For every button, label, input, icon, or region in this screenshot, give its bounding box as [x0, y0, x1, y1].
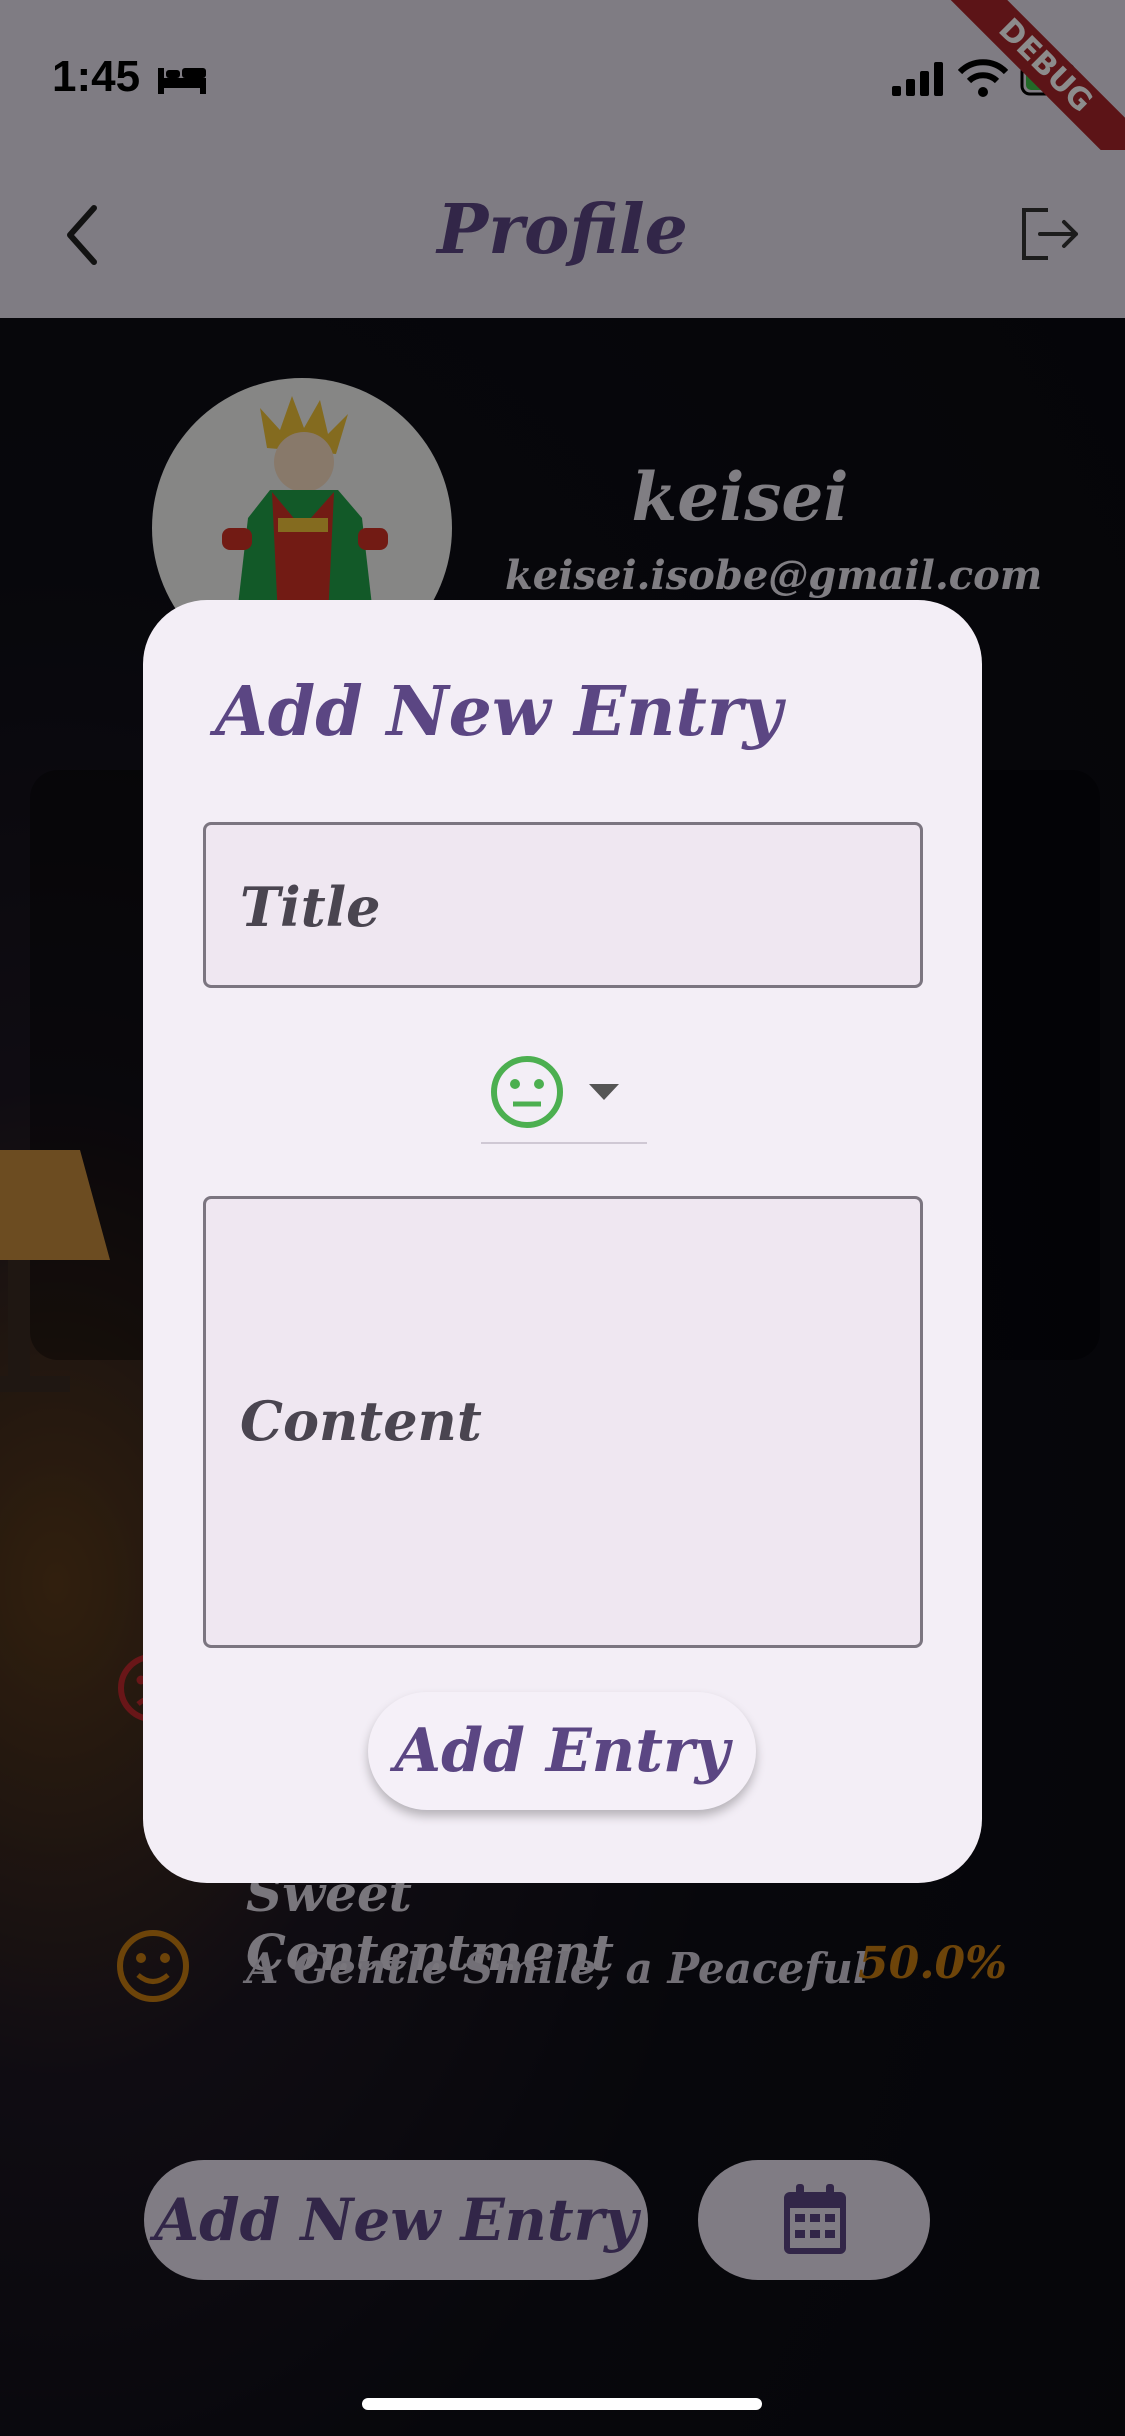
content-placeholder: Content: [240, 1389, 482, 1453]
content-input[interactable]: Content: [203, 1196, 923, 1648]
add-entry-button[interactable]: Add Entry: [368, 1692, 756, 1810]
title-placeholder: Title: [240, 875, 381, 939]
chevron-down-icon: [589, 1084, 619, 1100]
add-entry-dialog: Add New Entry Title Content Add Entry: [143, 600, 982, 1883]
mood-dropdown[interactable]: [481, 1050, 647, 1144]
title-input[interactable]: Title: [203, 822, 923, 988]
home-indicator: [362, 2398, 762, 2410]
dialog-title: Add New Entry: [215, 672, 783, 752]
neutral-face-icon: [491, 1056, 563, 1128]
